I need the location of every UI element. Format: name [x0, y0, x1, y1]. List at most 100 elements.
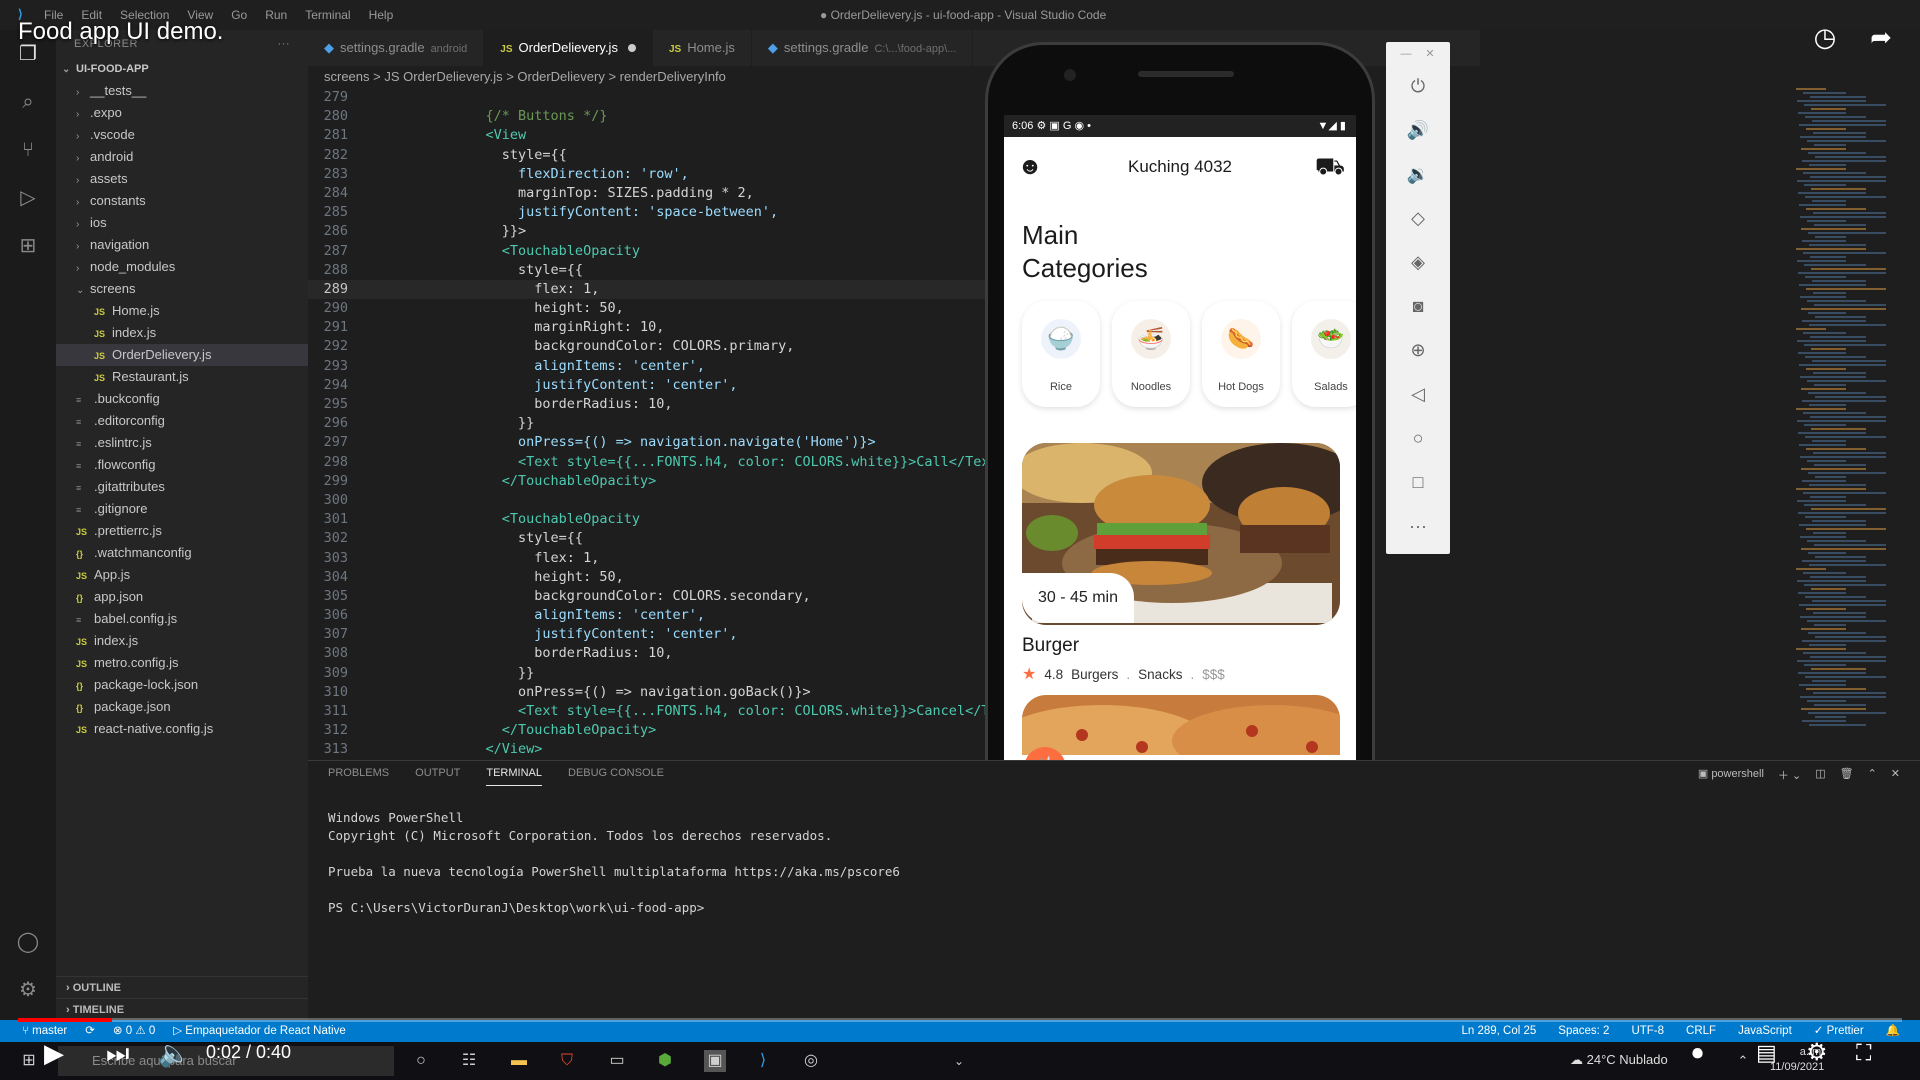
back-icon[interactable]: ◁	[1404, 380, 1432, 408]
tree-item[interactable]: ≡ .flowconfig	[56, 454, 308, 476]
tree-item[interactable]: › navigation	[56, 234, 308, 256]
camera-icon[interactable]: ◙	[1404, 292, 1432, 320]
home-icon[interactable]: ○	[1404, 424, 1432, 452]
tree-item[interactable]: JS Restaurant.js	[56, 366, 308, 388]
code-line[interactable]: 297 onPress={() => navigation.navigate('…	[308, 433, 1008, 452]
location-label[interactable]: Kuching 4032	[1004, 157, 1356, 177]
tree-item[interactable]: JS metro.config.js	[56, 652, 308, 674]
tab-order-delievery[interactable]: JS OrderDelievery.js	[484, 30, 653, 66]
account-icon[interactable]: ◯	[16, 930, 40, 954]
share-icon[interactable]: ➦	[1864, 20, 1898, 54]
settings-gear-icon[interactable]: ⚙	[1806, 1038, 1828, 1068]
code-line[interactable]: 287 <TouchableOpacity	[308, 242, 1008, 261]
code-line[interactable]: 306 alignItems: 'center',	[308, 606, 1008, 625]
code-line[interactable]: 300	[308, 491, 1008, 510]
code-line[interactable]: 291 marginRight: 10,	[308, 318, 1008, 337]
exit-fullscreen-icon[interactable]: ⛶	[1856, 1038, 1871, 1068]
code-line[interactable]: 302 style={{	[308, 529, 1008, 548]
code-line[interactable]: 293 alignItems: 'center',	[308, 357, 1008, 376]
rotate-right-icon[interactable]: ◈	[1404, 248, 1432, 276]
category-list[interactable]: 🍚 Rice 🍜 Noodles 🌭 Hot Dogs 🥗 Salads	[1022, 301, 1356, 411]
minimap[interactable]	[1796, 88, 1906, 760]
code-line[interactable]: 309 }}	[308, 664, 1008, 683]
split-terminal-icon[interactable]: ◫	[1815, 767, 1825, 783]
code-line[interactable]: 303 flex: 1,	[308, 549, 1008, 568]
tree-item[interactable]: JS Home.js	[56, 300, 308, 322]
code-line[interactable]: 289 flex: 1,	[308, 279, 1008, 300]
code-line[interactable]: 296 }}	[308, 414, 1008, 433]
tree-item[interactable]: › .expo	[56, 102, 308, 124]
terminal-shell-selector[interactable]: ▣ powershell	[1698, 767, 1764, 783]
code-line[interactable]: 307 justifyContent: 'center',	[308, 625, 1008, 644]
breadcrumb-item[interactable]: renderDeliveryInfo	[620, 69, 726, 84]
close-icon[interactable]: ✕	[1416, 40, 1444, 68]
unsaved-dot-icon[interactable]	[627, 44, 636, 52]
new-terminal-icon[interactable]: ＋ ⌄	[1778, 767, 1801, 783]
tab-settings-gradle-root[interactable]: ◆ settings.gradle C:\...\food-app\...	[752, 30, 974, 66]
code-line[interactable]: 279	[308, 88, 1008, 107]
tab-problems[interactable]: PROBLEMS	[328, 767, 389, 786]
code-line[interactable]: 304 height: 50,	[308, 568, 1008, 587]
tab-home[interactable]: JS Home.js	[653, 30, 752, 66]
menu-help[interactable]: Help	[369, 8, 394, 22]
code-line[interactable]: 283 flexDirection: 'row',	[308, 165, 1008, 184]
tree-item[interactable]: ⌄ screens	[56, 278, 308, 300]
tree-item[interactable]: ≡ .gitattributes	[56, 476, 308, 498]
zoom-icon[interactable]: ⊕	[1404, 336, 1432, 364]
tab-terminal[interactable]: TERMINAL	[486, 767, 542, 786]
breadcrumb-item[interactable]: JS OrderDelievery.js	[384, 69, 502, 84]
tree-item[interactable]: › assets	[56, 168, 308, 190]
code-line[interactable]: 305 backgroundColor: COLORS.secondary,	[308, 587, 1008, 606]
code-line[interactable]: 282 style={{	[308, 146, 1008, 165]
play-icon[interactable]: ▶	[44, 1038, 64, 1068]
tree-item[interactable]: › ios	[56, 212, 308, 234]
tree-item[interactable]: › constants	[56, 190, 308, 212]
restaurant-name[interactable]: Burger	[1022, 635, 1079, 657]
volume-down-icon[interactable]: 🔉	[1404, 160, 1432, 188]
category-salads[interactable]: 🥗 Salads	[1292, 301, 1356, 407]
tab-output[interactable]: OUTPUT	[415, 767, 460, 786]
tree-item[interactable]: › android	[56, 146, 308, 168]
workspace-root[interactable]: ⌄ UI-FOOD-APP	[56, 58, 308, 80]
code-line[interactable]: 288 style={{	[308, 261, 1008, 280]
tree-item[interactable]: {} package-lock.json	[56, 674, 308, 696]
code-line[interactable]: 292 backgroundColor: COLORS.primary,	[308, 337, 1008, 356]
code-line[interactable]: 286 }}>	[308, 222, 1008, 241]
volume-up-icon[interactable]: 🔊	[1404, 116, 1432, 144]
timeline-section[interactable]: › TIMELINE	[56, 998, 308, 1020]
category-noodles[interactable]: 🍜 Noodles	[1112, 301, 1190, 407]
code-line[interactable]: 301 <TouchableOpacity	[308, 510, 1008, 529]
tree-item[interactable]: JS App.js	[56, 564, 308, 586]
tree-item[interactable]: › __tests__	[56, 80, 308, 102]
volume-icon[interactable]: 🔈	[158, 1038, 190, 1068]
rotate-left-icon[interactable]: ◇	[1404, 204, 1432, 232]
tab-settings-gradle-android[interactable]: ◆ settings.gradle android	[308, 30, 485, 66]
maximize-panel-icon[interactable]: ⌃	[1868, 767, 1877, 783]
tree-item[interactable]: ≡ .buckconfig	[56, 388, 308, 410]
category-rice[interactable]: 🍚 Rice	[1022, 301, 1100, 407]
code-line[interactable]: 299 </TouchableOpacity>	[308, 472, 1008, 491]
menu-run[interactable]: Run	[265, 8, 287, 22]
tree-item[interactable]: {} .watchmanconfig	[56, 542, 308, 564]
search-icon[interactable]: ⌕	[16, 90, 40, 114]
code-line[interactable]: 290 height: 50,	[308, 299, 1008, 318]
tree-item[interactable]: ≡ .eslintrc.js	[56, 432, 308, 454]
video-title[interactable]: Food app UI demo.	[18, 18, 223, 46]
settings-gear-icon[interactable]: ⚙	[16, 978, 40, 1002]
code-line[interactable]: 281 <View	[308, 126, 1008, 145]
code-line[interactable]: 311 <Text style={{...FONTS.h4, color: CO…	[308, 702, 1008, 721]
tree-item[interactable]: JS react-native.config.js	[56, 718, 308, 740]
code-line[interactable]: 310 onPress={() => navigation.goBack()}>	[308, 683, 1008, 702]
tree-item[interactable]: ≡ babel.config.js	[56, 608, 308, 630]
code-line[interactable]: 285 justifyContent: 'space-between',	[308, 203, 1008, 222]
code-line[interactable]: 312 </TouchableOpacity>	[308, 721, 1008, 740]
basket-icon[interactable]: ⛟	[1314, 151, 1346, 183]
overview-icon[interactable]: □	[1404, 468, 1432, 496]
breadcrumb-item[interactable]: screens	[324, 69, 370, 84]
power-icon[interactable]: ⏻	[1404, 72, 1432, 100]
video-progress-bar[interactable]	[18, 1018, 1902, 1022]
subtitles-icon[interactable]: ▤	[1756, 1038, 1777, 1068]
category-hot-dogs[interactable]: 🌭 Hot Dogs	[1202, 301, 1280, 407]
tree-item[interactable]: JS OrderDelievery.js	[56, 344, 308, 366]
menu-go[interactable]: Go	[231, 8, 247, 22]
